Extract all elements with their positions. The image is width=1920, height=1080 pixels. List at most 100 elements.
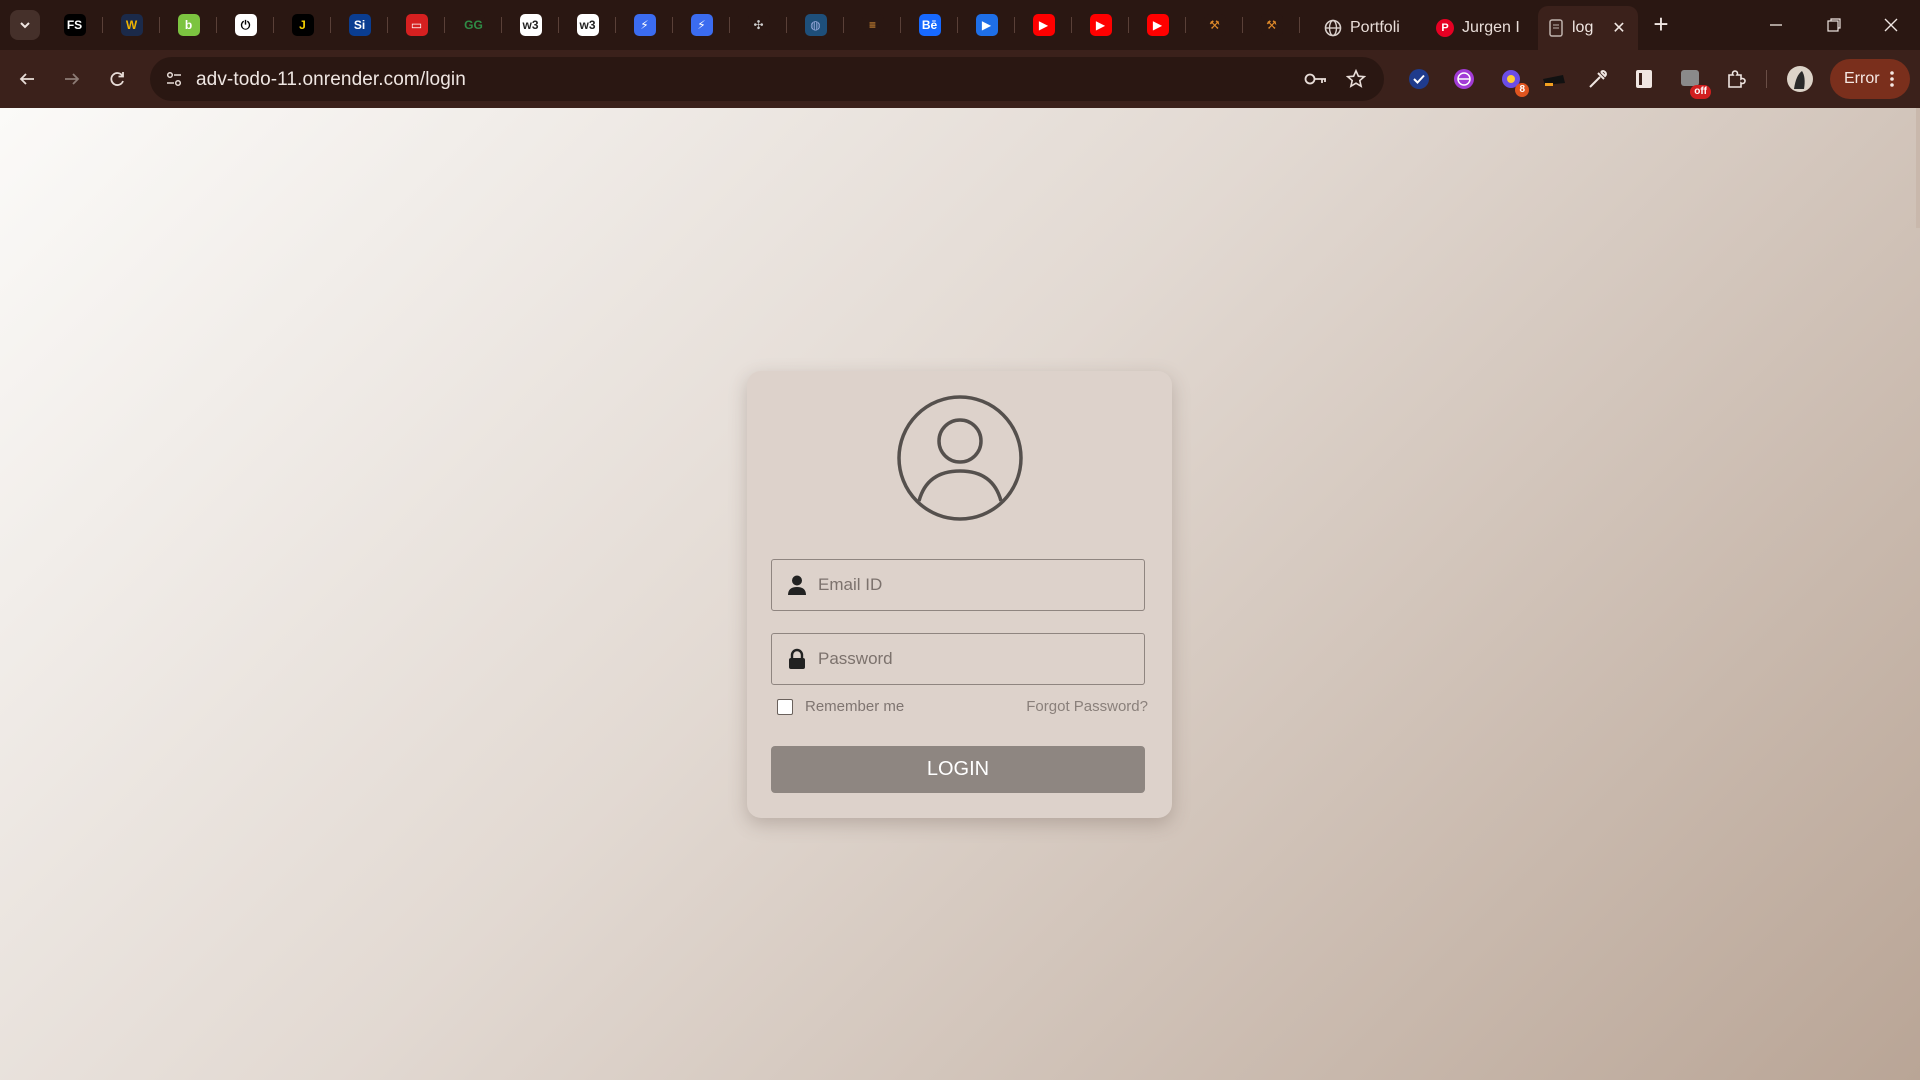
extension-off[interactable]: off	[1677, 65, 1711, 99]
arrow-right-icon	[65, 73, 80, 85]
si-icon: Si	[348, 14, 371, 36]
puzzle-icon	[1728, 70, 1746, 88]
page-scrollbar[interactable]	[1916, 108, 1920, 228]
restore-button[interactable]	[1805, 0, 1863, 50]
pinned-tab[interactable]: W	[103, 0, 160, 50]
pinned-tab[interactable]: w3	[559, 0, 616, 50]
arrow-left-icon	[19, 73, 34, 85]
pinned-tab[interactable]: ⚒	[1186, 0, 1243, 50]
minimize-button[interactable]	[1747, 0, 1805, 50]
password-key-button[interactable]	[1302, 65, 1330, 93]
fs-icon: FS	[63, 14, 86, 36]
email-input[interactable]	[818, 560, 1128, 610]
new-tab-button[interactable]: +	[1648, 11, 1674, 38]
toolbar-divider	[1766, 70, 1767, 88]
youtube-icon: ▶	[1032, 14, 1055, 36]
play-blue-icon: ▶	[975, 14, 998, 36]
back-button[interactable]	[11, 63, 43, 95]
password-field[interactable]	[771, 633, 1145, 685]
tab-pinterest[interactable]: P Jurgen I	[1424, 6, 1548, 50]
close-window-button[interactable]	[1862, 0, 1920, 50]
tools-icon: ⚒	[1203, 14, 1226, 36]
tools-icon: ⚒	[1260, 14, 1283, 36]
pinned-tab[interactable]: FS	[46, 0, 103, 50]
green-circle-icon: b	[177, 14, 200, 36]
pinned-tab[interactable]: ▶	[958, 0, 1015, 50]
pinned-tab[interactable]: ▶	[1015, 0, 1072, 50]
behance-icon: Bē	[918, 14, 941, 36]
pinned-tab[interactable]: ▭	[388, 0, 445, 50]
profile-avatar[interactable]	[1785, 64, 1815, 94]
notebook-icon	[1636, 70, 1652, 88]
blue-bolt-icon: ⚡	[633, 14, 656, 36]
pinned-tab[interactable]: GG	[445, 0, 502, 50]
pinterest-icon: P	[1436, 19, 1454, 37]
extension-notes[interactable]	[1630, 65, 1658, 93]
j-icon: J	[291, 14, 314, 36]
forward-button[interactable]	[56, 63, 88, 95]
login-button[interactable]: LOGIN	[771, 746, 1145, 793]
close-icon	[1884, 18, 1898, 32]
pinned-tab[interactable]: ▶	[1129, 0, 1186, 50]
purple-globe-icon	[1454, 69, 1474, 89]
address-bar[interactable]: adv-todo-11.onrender.com/login	[150, 57, 1384, 101]
user-avatar-icon	[897, 395, 1023, 521]
remember-checkbox[interactable]	[777, 698, 793, 715]
login-card: Remember me Forgot Password? LOGIN	[747, 371, 1172, 818]
url-text[interactable]: adv-todo-11.onrender.com/login	[196, 69, 466, 91]
site-info-button[interactable]	[160, 65, 188, 93]
blue-bolt-icon: ⚡	[690, 14, 713, 36]
pinned-tab[interactable]: ⚒	[1243, 0, 1300, 50]
extension-badge: 8	[1515, 83, 1529, 97]
pinned-tab[interactable]: ✣	[730, 0, 787, 50]
pinned-tab[interactable]: ⏻	[217, 0, 274, 50]
pinned-tab[interactable]: ⚡	[616, 0, 673, 50]
key-icon	[1304, 73, 1326, 85]
pinned-tab[interactable]: ◍	[787, 0, 844, 50]
red-pill-icon: ▭	[405, 14, 428, 36]
pinned-tab[interactable]: ⚡	[673, 0, 730, 50]
pinned-tab[interactable]: ≡	[844, 0, 901, 50]
extension-colorful[interactable]: 8	[1497, 65, 1529, 97]
pinned-tab[interactable]: w3	[502, 0, 559, 50]
tab-search-button[interactable]	[10, 10, 40, 40]
extension-eyedropper[interactable]	[1584, 65, 1612, 93]
reload-icon	[110, 72, 124, 86]
extensions-menu-button[interactable]	[1722, 65, 1750, 93]
pinned-tab[interactable]: b	[160, 0, 217, 50]
password-input[interactable]	[818, 634, 1128, 684]
tab-active-login[interactable]: log ✕	[1538, 6, 1638, 50]
extension-off-badge: off	[1690, 85, 1711, 99]
reload-button[interactable]	[101, 63, 133, 95]
profile-error-button[interactable]: Error	[1830, 59, 1910, 99]
star-icon	[1346, 69, 1366, 88]
youtube-icon: ▶	[1146, 14, 1169, 36]
graduation-cap-icon	[1543, 75, 1565, 86]
pinned-tab[interactable]: Si	[331, 0, 388, 50]
tab-strip: FS Wb ⏻ J Si ▭ GG w3 w3 ⚡ ⚡ ✣ ◍ ≡ Bē ▶ ▶ ▶ ▶ ⚒ ⚒ Portfoli P …	[0, 0, 1920, 50]
extension-hat[interactable]	[1540, 65, 1568, 93]
user-icon	[788, 575, 806, 595]
eyedropper-icon	[1589, 70, 1607, 88]
globe-icon	[1324, 19, 1342, 37]
tab-title: Jurgen I	[1462, 19, 1520, 36]
error-label: Error	[1844, 70, 1880, 87]
tune-icon	[166, 71, 182, 87]
network-icon: ✣	[747, 14, 770, 36]
webflow-w-icon: W	[120, 14, 143, 36]
tab-portfolio[interactable]: Portfoli	[1312, 6, 1432, 50]
forgot-password-link[interactable]: Forgot Password?	[1026, 698, 1148, 715]
bookmark-button[interactable]	[1342, 65, 1370, 93]
page-content: Remember me Forgot Password? LOGIN	[0, 108, 1920, 1080]
extension-check[interactable]	[1405, 65, 1433, 93]
pinned-tab[interactable]: ▶	[1072, 0, 1129, 50]
remember-me[interactable]: Remember me	[777, 698, 904, 715]
extension-globe[interactable]	[1450, 65, 1478, 93]
check-shield-icon	[1409, 69, 1429, 89]
email-field[interactable]	[771, 559, 1145, 611]
pinned-tab[interactable]: J	[274, 0, 331, 50]
stack-icon: ≡	[861, 14, 884, 36]
browser-toolbar: adv-todo-11.onrender.com/login 8 off Err…	[0, 50, 1920, 108]
pinned-tab[interactable]: Bē	[901, 0, 958, 50]
close-tab-icon[interactable]: ✕	[1610, 19, 1628, 37]
